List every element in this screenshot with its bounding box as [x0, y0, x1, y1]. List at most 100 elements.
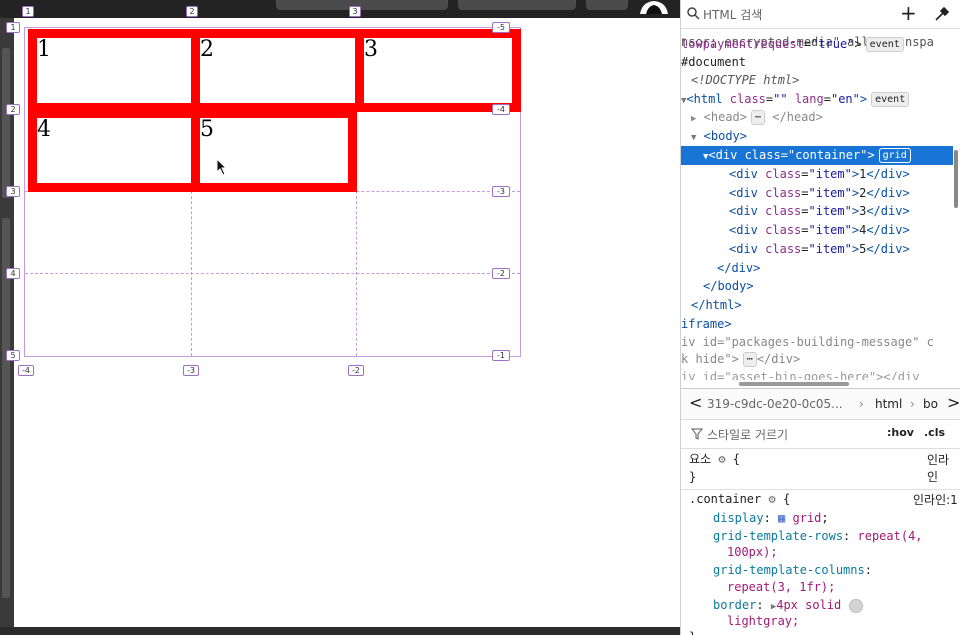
tag-name: <body> — [703, 129, 748, 143]
grid-badge[interactable]: grid — [878, 148, 911, 163]
attr-value: "item" — [808, 242, 852, 256]
html-tree-line[interactable]: iframe> — [681, 315, 732, 334]
rule-selector: 요소 — [689, 452, 712, 466]
grid-col-badge: -2 — [348, 365, 364, 376]
breadcrumb-item[interactable]: 319-c9dc-0e20-0c05... — [707, 397, 843, 411]
attr-value: "item" — [808, 167, 852, 181]
html-search-bar[interactable]: HTML 검색 + — [681, 0, 960, 29]
styles-filter-input[interactable]: 스타일로 거르기 — [707, 426, 788, 443]
css-value: repeat(4, — [857, 529, 923, 543]
html-tree-line[interactable]: k hide"> ⋯ </div> — [681, 350, 800, 369]
html-tree-line[interactable]: <div class="item">4</div> — [729, 221, 910, 240]
css-value: 4px solid — [776, 598, 842, 612]
tag-name: </div> — [756, 352, 801, 366]
grid-item-label: 2 — [200, 37, 214, 62]
css-declaration-continued[interactable]: 100px); — [727, 543, 778, 561]
html-tree-line[interactable]: <div class="item">3</div> — [729, 202, 910, 221]
expand-dots[interactable]: ⋯ — [751, 110, 766, 125]
attr-value: "container" — [787, 148, 868, 162]
hov-toggle-button[interactable]: :hov — [887, 426, 914, 439]
grid-item-3[interactable]: 3 — [355, 29, 521, 112]
avatar[interactable] — [636, 0, 672, 14]
attr-value: "item" — [808, 186, 852, 200]
breadcrumb-item[interactable]: bo — [923, 397, 938, 411]
attr-name: lowpaymentrequest — [681, 37, 804, 51]
event-badge[interactable]: event — [865, 37, 904, 52]
grid-line-col-3 — [356, 191, 357, 356]
toolbar-button[interactable] — [276, 0, 448, 10]
grid-row-badge: 5 — [6, 350, 20, 361]
gear-icon[interactable]: ⚙ — [718, 452, 725, 466]
expand-triangle-icon[interactable]: ▼ — [691, 133, 696, 143]
horizontal-scrollbar[interactable] — [739, 382, 849, 386]
css-declaration-continued[interactable]: repeat(3, 1fr); — [727, 578, 835, 596]
html-tree-line[interactable]: lowpaymentrequest="true"> event — [681, 35, 904, 54]
css-property: display — [713, 511, 764, 525]
breadcrumb-back-icon[interactable]: < — [689, 393, 702, 412]
vertical-scrollbar[interactable] — [954, 150, 958, 208]
css-value: grid — [792, 511, 822, 525]
grid-icon[interactable]: ▦ — [778, 511, 785, 525]
grid-item-2[interactable]: 2 — [191, 29, 364, 112]
element-rule[interactable]: 요소 ⚙ { — [689, 450, 740, 468]
editor-top-bar — [0, 0, 680, 18]
toolbar-button[interactable] — [458, 0, 576, 10]
html-tree-line[interactable]: </html> — [691, 296, 742, 315]
collapsed-triangle-icon[interactable]: ▶ — [691, 114, 696, 124]
scrollbar[interactable] — [2, 48, 10, 198]
breadcrumb-item[interactable]: html — [875, 397, 902, 411]
css-property: grid-template-columns — [713, 563, 865, 577]
container-rule[interactable]: .container ⚙ { — [689, 490, 790, 508]
html-tree-line[interactable]: ▶ <head> ⋯ </head> — [691, 108, 823, 127]
expand-dots[interactable]: ⋯ — [742, 352, 757, 367]
color-swatch[interactable] — [848, 598, 863, 613]
attr-name: class — [765, 242, 802, 256]
rule-source-link[interactable]: 인라인 — [927, 451, 960, 485]
eyedropper-icon[interactable] — [934, 6, 950, 22]
css-declaration[interactable]: grid-template-columns: — [713, 561, 872, 579]
mouse-cursor-icon — [216, 158, 228, 176]
html-tree-line[interactable]: </div> — [717, 259, 760, 278]
html-tree-line[interactable]: ▼ <body> — [691, 127, 747, 146]
grid-row-badge: -1 — [492, 350, 510, 361]
rule-brace: { — [732, 452, 741, 466]
html-tree-line[interactable]: <div class="item">1</div> — [729, 165, 910, 184]
cls-toggle-button[interactable]: .cls — [924, 426, 945, 439]
html-tree-line[interactable]: ▼<html class="" lang="en"> event — [681, 90, 910, 109]
grid-col-badge: 3 — [349, 6, 361, 17]
rule-close: } — [689, 470, 697, 484]
html-tree-line[interactable]: </body> — [703, 277, 754, 296]
css-value: lightgray; — [727, 614, 800, 628]
grid-col-badge: -3 — [183, 365, 199, 376]
html-tree-line[interactable]: <!DOCTYPE html> — [691, 71, 799, 90]
add-node-icon[interactable]: + — [900, 1, 917, 25]
html-tree-line-selected[interactable]: ▼<div class="container"> grid — [703, 146, 911, 165]
css-declaration[interactable]: display: ▦ grid; — [713, 509, 829, 527]
gear-icon[interactable]: ⚙ — [768, 492, 775, 506]
html-tree-line[interactable]: <div class="item">5</div> — [729, 240, 910, 259]
attr-value: "true" — [811, 37, 855, 51]
grid-item-5[interactable]: 5 — [191, 109, 357, 192]
breadcrumb-forward-icon[interactable]: > — [947, 393, 960, 412]
html-tree-line[interactable]: #document — [681, 53, 746, 72]
grid-item-1[interactable]: 1 — [28, 29, 200, 112]
grid-item-4[interactable]: 4 — [28, 109, 200, 192]
html-search-input[interactable]: HTML 검색 — [703, 6, 762, 23]
attr-name: class — [765, 204, 802, 218]
rule-source-link[interactable]: 인라인:1 — [913, 491, 958, 508]
attr-name: class — [765, 223, 802, 237]
tag-name: </div> — [866, 204, 910, 218]
tag-name: <html — [686, 92, 723, 106]
attr-name: class — [765, 167, 802, 181]
search-icon — [687, 7, 700, 20]
html-tree-line[interactable]: <div class="item">2</div> — [729, 184, 910, 203]
event-badge[interactable]: event — [871, 92, 910, 107]
grid-line-col-2 — [191, 191, 192, 356]
toolbar-button[interactable] — [586, 0, 628, 10]
rule-selector: .container — [689, 492, 762, 506]
css-declaration-continued[interactable]: lightgray; — [727, 612, 799, 630]
html-tree-line[interactable]: iv id="asset-bin-goes-here"></div — [681, 368, 919, 380]
grid-row-badge: -2 — [492, 268, 510, 279]
grid-row-badge: -3 — [492, 186, 510, 197]
breadcrumb-separator: › — [859, 397, 864, 411]
